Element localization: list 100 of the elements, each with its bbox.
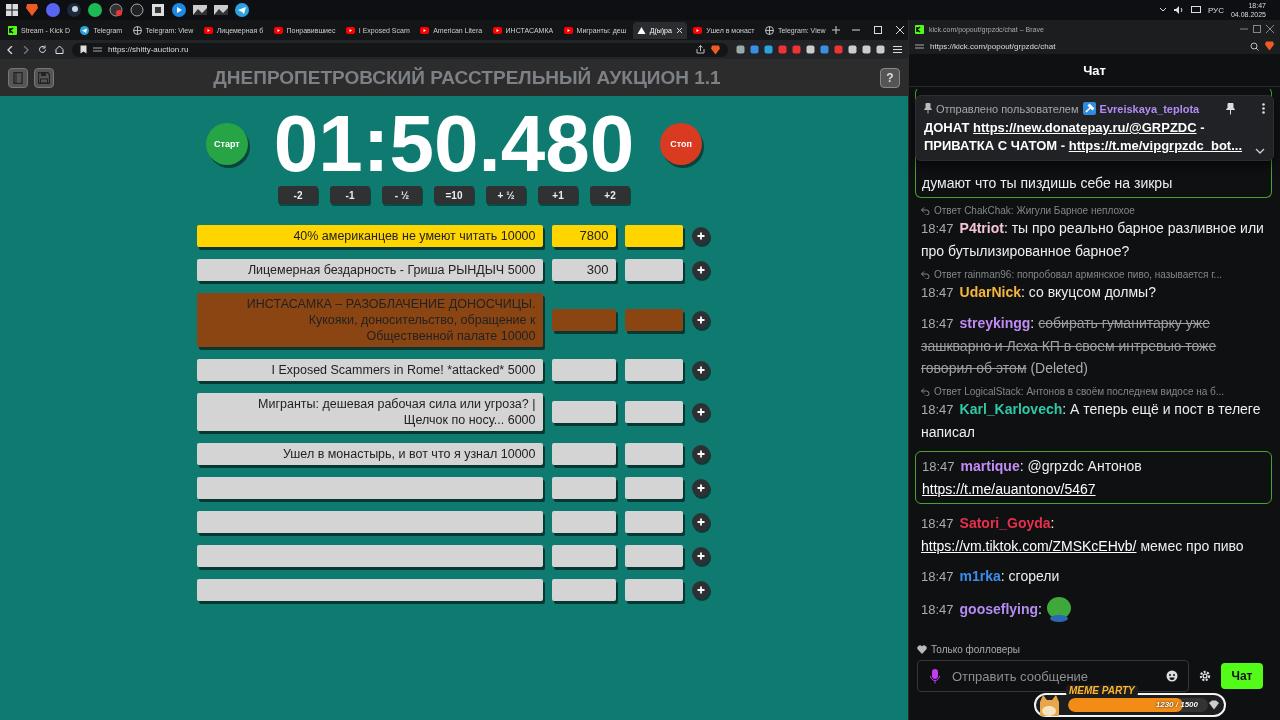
lot-bid-field[interactable] xyxy=(551,401,616,423)
stop-button[interactable]: Стоп xyxy=(660,123,703,165)
more-options-icon[interactable] xyxy=(1262,103,1265,114)
forward-icon[interactable] xyxy=(22,45,30,54)
monitor-icon[interactable] xyxy=(1190,6,1201,14)
time-adjust-button[interactable]: -2 xyxy=(278,186,318,204)
add-button[interactable] xyxy=(691,445,710,463)
lot-bid-field[interactable] xyxy=(551,359,616,381)
lot-bid-field[interactable]: 7800 xyxy=(551,225,616,247)
message-link[interactable]: https://vm.tiktok.com/ZMSKcEHvb/ xyxy=(921,538,1137,554)
add-button[interactable] xyxy=(691,581,710,599)
lot-extra-field[interactable] xyxy=(624,359,683,381)
site-settings-icon[interactable] xyxy=(915,42,924,50)
emoji-icon[interactable] xyxy=(1166,670,1178,682)
lot-extra-field[interactable] xyxy=(624,511,683,533)
lot-bid-field[interactable]: 300 xyxy=(551,259,616,281)
chat-username[interactable]: martique xyxy=(960,458,1020,474)
message-link[interactable]: https://new.donatepay.ru/@GRPZDC xyxy=(973,120,1197,135)
reply-preview[interactable]: Ответ ChakChak: Жигули Барное неплохое xyxy=(934,205,1135,216)
time-adjust-button[interactable]: =10 xyxy=(434,186,474,204)
add-button[interactable] xyxy=(691,311,710,329)
help-button[interactable]: ? xyxy=(880,67,900,88)
app-icon[interactable] xyxy=(235,3,249,17)
message-link[interactable]: https://t.me/auantonov/5467 xyxy=(922,481,1096,497)
time-adjust-button[interactable]: +2 xyxy=(590,186,630,204)
chat-username[interactable]: UdarNick xyxy=(959,284,1021,300)
settings-icon[interactable] xyxy=(1199,670,1211,682)
app-icon[interactable] xyxy=(67,3,81,17)
add-button[interactable] xyxy=(691,513,710,531)
add-button[interactable] xyxy=(691,361,710,379)
chat-username[interactable]: Satori_Goyda xyxy=(959,515,1051,531)
zoom-icon[interactable] xyxy=(1250,41,1259,51)
lot-extra-field[interactable] xyxy=(624,225,683,247)
lot-extra-field[interactable] xyxy=(624,443,683,465)
home-icon[interactable] xyxy=(55,45,64,54)
lot-name-field[interactable] xyxy=(196,545,543,567)
language-indicator[interactable]: РУС xyxy=(1207,5,1224,15)
speaker-icon[interactable] xyxy=(1173,6,1184,14)
new-tab-icon[interactable] xyxy=(832,26,841,34)
progress-title: MEME PARTY xyxy=(1066,685,1138,696)
save-button[interactable] xyxy=(34,67,54,88)
send-button[interactable]: Чат xyxy=(1221,663,1263,689)
kick-logo-icon xyxy=(915,24,924,34)
app-icon[interactable] xyxy=(214,3,228,17)
lot-bid-field[interactable] xyxy=(551,309,616,331)
time-adjust-button[interactable]: -1 xyxy=(330,186,370,204)
lot-bid-field[interactable] xyxy=(551,511,616,533)
add-button[interactable] xyxy=(691,261,710,279)
reload-icon[interactable] xyxy=(38,45,47,54)
lot-name-field[interactable]: I Exposed Scammers in Rome! *attacked* 5000 xyxy=(196,359,543,381)
chat-username[interactable]: m1rka xyxy=(959,568,1001,584)
microphone-icon[interactable] xyxy=(930,668,940,684)
reply-preview[interactable]: Ответ rainman96: попробовал армянское пиво, называется г... xyxy=(934,269,1222,280)
lot-name-field[interactable]: 40% американцев не умеют читать 10000 xyxy=(196,225,543,247)
app-icon[interactable] xyxy=(88,3,102,17)
lot-bid-field[interactable] xyxy=(551,477,616,499)
message-input[interactable]: Отправить сообщение xyxy=(950,667,1156,685)
lot-name-field[interactable] xyxy=(196,477,543,499)
shield-app-icon[interactable] xyxy=(25,3,39,17)
time-adjust-button[interactable]: +1 xyxy=(538,186,578,204)
lot-bid-field[interactable] xyxy=(551,443,616,465)
lot-name-field[interactable]: Лицемерная бездарность - Гриша РЫНДЫЧ 5000 xyxy=(196,259,543,281)
add-button[interactable] xyxy=(691,403,710,421)
windows-icon[interactable] xyxy=(6,4,18,16)
notebook-button[interactable] xyxy=(8,67,28,88)
lot-extra-field[interactable] xyxy=(624,309,683,331)
reply-preview[interactable]: Ответ LogicalStack: Антонов в своём последнем видосе на б... xyxy=(934,386,1225,397)
app-icon[interactable] xyxy=(130,3,144,17)
back-icon[interactable] xyxy=(6,45,14,54)
lot-name-field[interactable] xyxy=(196,511,543,533)
chevron-down-icon[interactable] xyxy=(1255,148,1265,155)
chat-username[interactable]: P4triot xyxy=(959,220,1004,236)
lot-extra-field[interactable] xyxy=(624,579,683,601)
chat-username[interactable]: gooseflying xyxy=(959,600,1039,617)
lot-bid-field[interactable] xyxy=(551,579,616,601)
lot-extra-field[interactable] xyxy=(624,259,683,281)
lot-name-field[interactable]: Мигранты: дешевая рабочая сила или угроза? | Щелчок по носу... 6000 xyxy=(196,393,543,431)
lot-name-field[interactable] xyxy=(196,579,543,601)
add-button[interactable] xyxy=(691,227,710,245)
lot-extra-field[interactable] xyxy=(624,545,683,567)
add-button[interactable] xyxy=(691,547,710,565)
bookmark-icon[interactable] xyxy=(80,45,87,54)
pinned-username[interactable]: Evreiskaya_teplota xyxy=(1099,102,1200,115)
share-icon[interactable] xyxy=(696,45,705,54)
lot-bid-field[interactable] xyxy=(551,545,616,567)
time-adjust-button[interactable]: + ½ xyxy=(486,186,526,204)
site-settings-icon[interactable] xyxy=(93,46,102,53)
lot-name-field[interactable]: Ушел в монастырь, и вот что я узнал 10000 xyxy=(196,443,543,465)
app-icon[interactable] xyxy=(193,3,207,17)
chevron-icon[interactable] xyxy=(1158,7,1167,13)
minimize-icon[interactable] xyxy=(852,26,861,34)
lot-extra-field[interactable] xyxy=(624,401,683,423)
app-icon[interactable] xyxy=(172,3,186,17)
message-link[interactable]: https://t.me/vipgrpzdc_bot... xyxy=(1068,138,1243,153)
add-button[interactable] xyxy=(691,479,710,497)
menu-icon[interactable] xyxy=(893,45,902,54)
time-adjust-button[interactable]: - ½ xyxy=(382,186,422,204)
lot-extra-field[interactable] xyxy=(624,477,683,499)
app-icon[interactable] xyxy=(151,3,165,17)
pin-icon[interactable] xyxy=(1226,102,1236,115)
